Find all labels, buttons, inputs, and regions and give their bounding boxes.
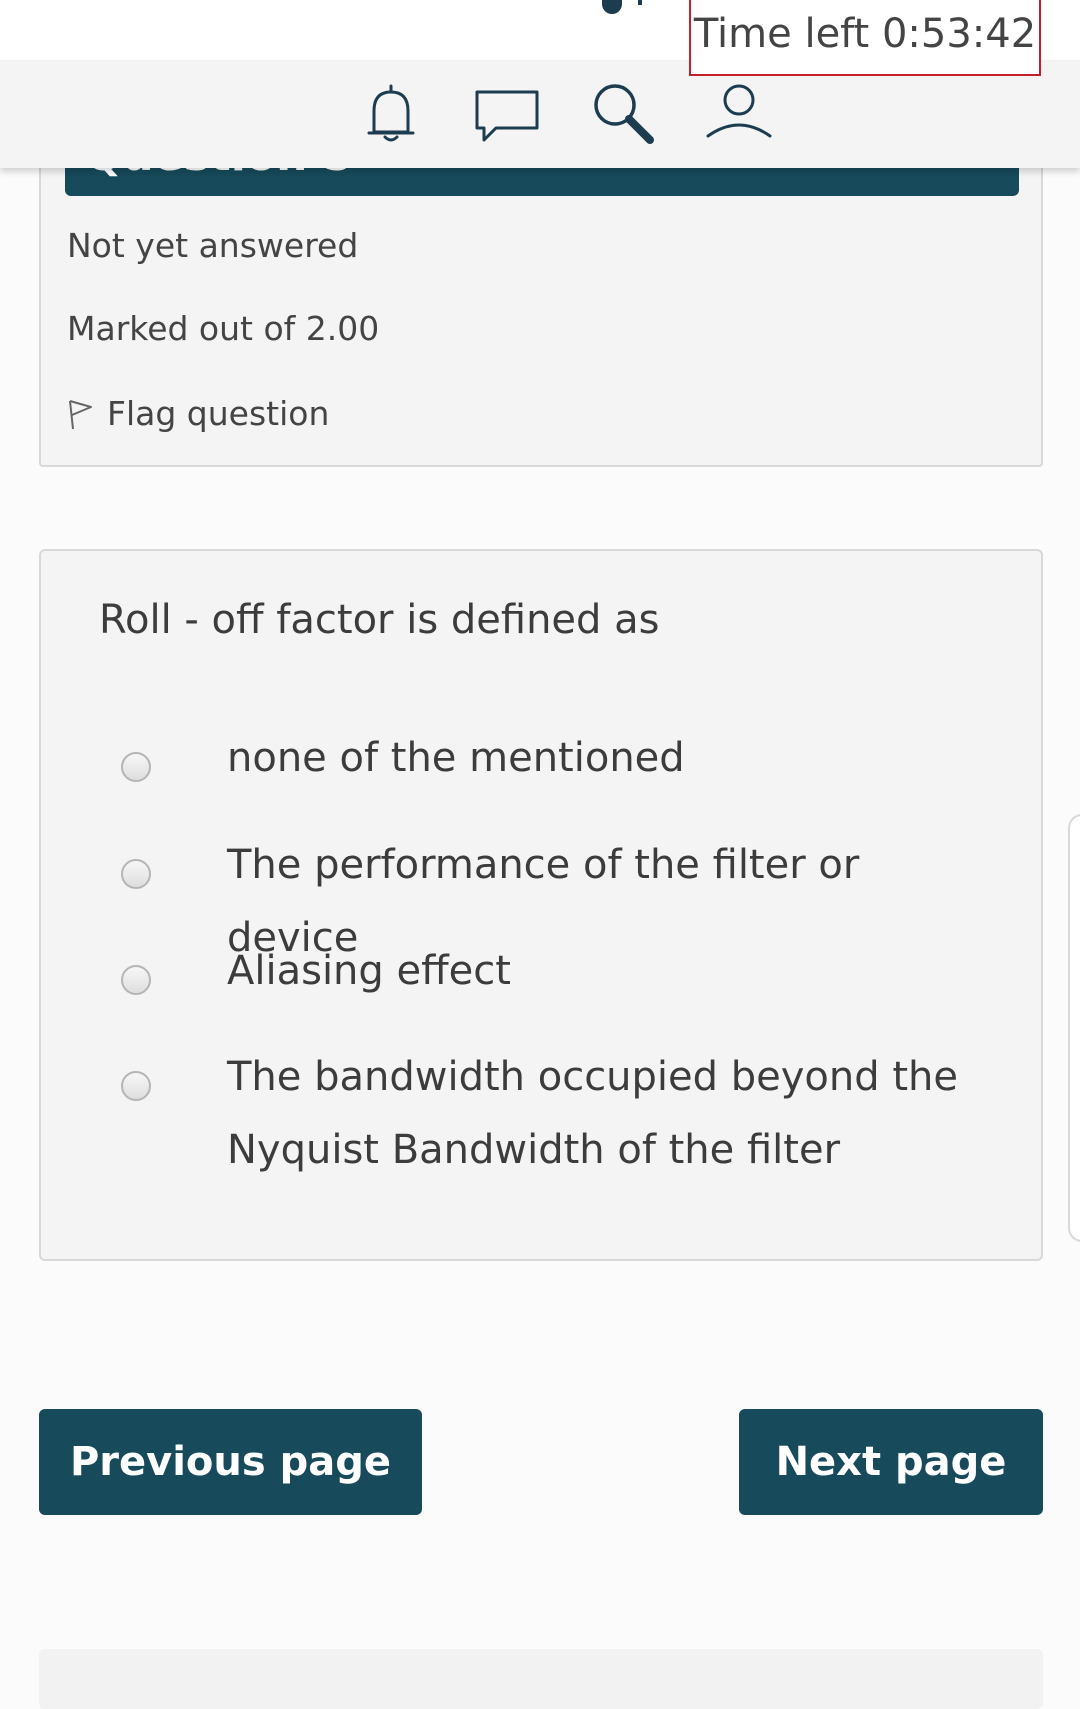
question-marks: Marked out of 2.00 xyxy=(67,309,380,348)
answer-radio[interactable] xyxy=(121,752,151,782)
side-drawer-tab[interactable] xyxy=(1068,814,1080,1242)
flag-icon xyxy=(65,397,95,431)
answer-option[interactable]: The performance of the filter or device xyxy=(121,842,1001,961)
top-partial-mark xyxy=(638,0,642,5)
answer-label: Aliasing effect xyxy=(227,948,511,994)
question-card: Roll - off factor is defined as none of … xyxy=(39,549,1043,1261)
question-text: Roll - off factor is defined as xyxy=(99,597,660,643)
next-page-button[interactable]: Next page xyxy=(739,1409,1043,1515)
answer-option[interactable]: Aliasing effect xyxy=(121,948,1001,1007)
time-left-timer: Time left 0:53:42 xyxy=(689,0,1041,76)
flag-question-label: Flag question xyxy=(107,394,330,433)
question-info-panel: Question 5 Not yet answered Marked out o… xyxy=(39,140,1043,467)
question-status: Not yet answered xyxy=(67,226,359,265)
answer-label: The bandwidth occupied beyond the Nyquis… xyxy=(227,1054,958,1173)
bottom-panel xyxy=(39,1649,1043,1709)
answer-radio[interactable] xyxy=(121,965,151,995)
top-partial-icon xyxy=(602,0,622,14)
answer-radio[interactable] xyxy=(121,859,151,889)
top-navbar xyxy=(0,60,1080,168)
answer-option[interactable]: The bandwidth occupied beyond the Nyquis… xyxy=(121,1054,1001,1193)
time-left-label: Time left 0:53:42 xyxy=(693,11,1037,57)
search-icon[interactable] xyxy=(590,80,656,146)
chat-icon[interactable] xyxy=(474,80,540,146)
answer-radio[interactable] xyxy=(121,1071,151,1101)
previous-page-button[interactable]: Previous page xyxy=(39,1409,422,1515)
user-icon[interactable] xyxy=(706,80,772,146)
answer-option[interactable]: none of the mentioned xyxy=(121,735,1001,794)
flag-question-link[interactable]: Flag question xyxy=(65,394,329,433)
bell-icon[interactable] xyxy=(358,80,424,146)
answer-label: none of the mentioned xyxy=(227,735,685,781)
